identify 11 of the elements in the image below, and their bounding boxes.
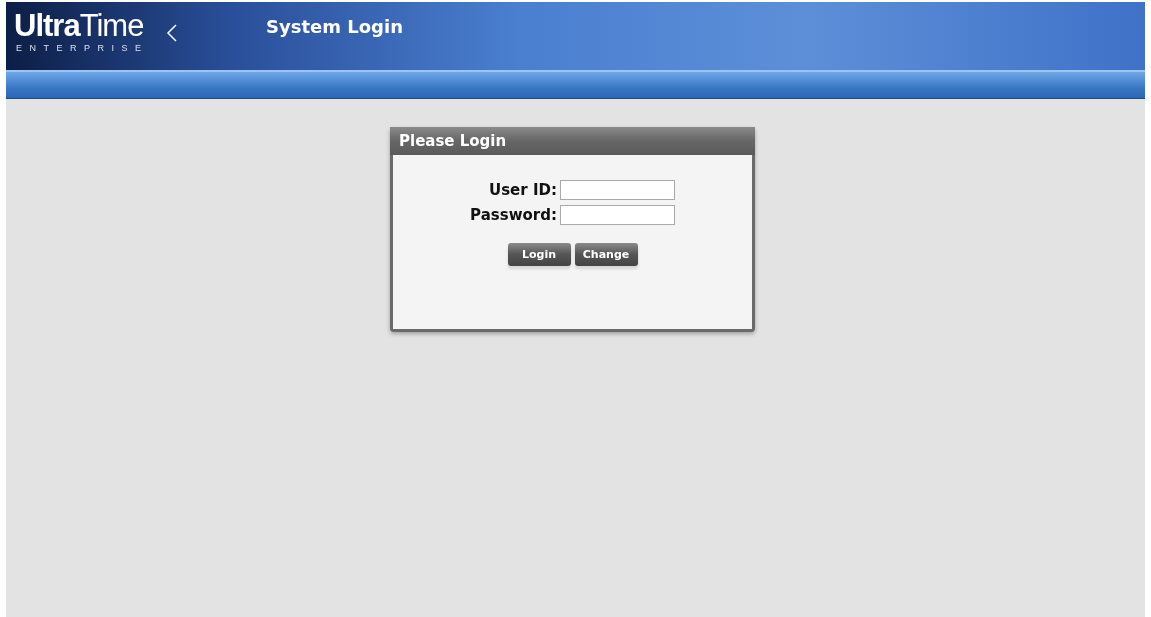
field-label: User ID: [488, 181, 557, 199]
field-label: Password: [470, 206, 557, 224]
login-button[interactable]: Login [507, 243, 571, 266]
change-button[interactable]: Change [574, 243, 638, 266]
logo-wordmark: UltraTime [14, 10, 144, 42]
page-title: System Login [266, 15, 403, 37]
user-id-field[interactable] [559, 180, 675, 200]
logo-subtitle: ENTERPRISE [16, 42, 150, 54]
chevron-icon [166, 24, 178, 42]
password-field[interactable] [559, 205, 675, 225]
panel-title: Please Login [390, 127, 755, 155]
